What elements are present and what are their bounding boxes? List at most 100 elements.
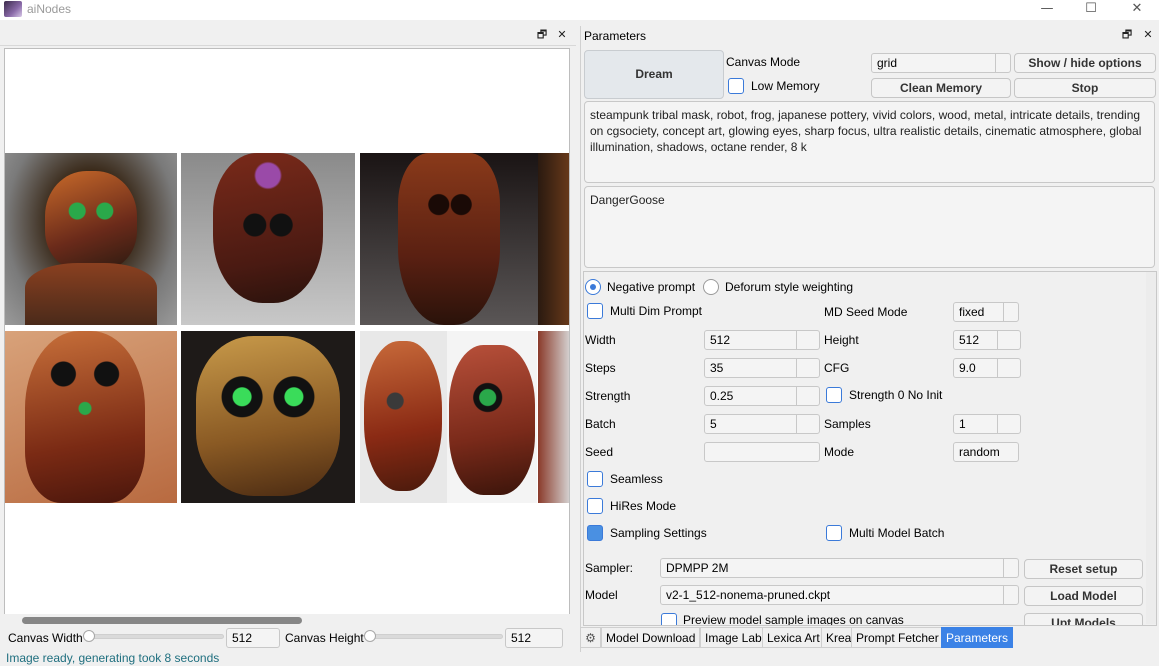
canvas-width-spinbox[interactable]: 512 [226, 628, 280, 648]
negative-prompt-textarea[interactable]: DangerGoose [584, 186, 1155, 268]
width-label: Width [585, 333, 616, 347]
canvas-width-slider[interactable] [86, 634, 224, 639]
minimize-button[interactable]: — [1024, 0, 1070, 20]
sampling-settings-label: Sampling Settings [610, 526, 707, 540]
generated-image[interactable] [360, 153, 538, 325]
generated-image[interactable] [181, 331, 355, 503]
generated-image[interactable] [538, 331, 569, 503]
md-seed-mode-value: fixed [959, 305, 985, 319]
cfg-spinbox[interactable]: 9.0 [953, 358, 1021, 378]
load-model-button[interactable]: Load Model [1024, 586, 1143, 606]
strength-spinbox[interactable]: 0.25 [704, 386, 820, 406]
sampler-select[interactable]: DPMPP 2M [660, 558, 1019, 578]
canvas-mode-label: Canvas Mode [726, 55, 801, 69]
preview-samples-label: Preview model sample images on canvas [683, 613, 904, 625]
stop-button[interactable]: Stop [1014, 78, 1156, 98]
settings-tab[interactable]: ⚙ [580, 627, 601, 648]
dock-close-icon[interactable]: ✕ [556, 29, 568, 41]
samples-spinbox[interactable]: 1 [953, 414, 1021, 434]
deforum-weighting-radio[interactable] [703, 279, 719, 295]
dock-restore-icon[interactable]: 🗗 [536, 29, 548, 41]
tab-lexica-art[interactable]: Lexica Art [762, 627, 825, 648]
gear-icon: ⚙ [585, 631, 596, 645]
generated-image[interactable] [447, 331, 537, 503]
height-spinbox[interactable]: 512 [953, 330, 1021, 350]
multi-model-batch-checkbox[interactable] [826, 525, 842, 541]
parameters-title: Parameters [584, 29, 647, 43]
model-select[interactable]: v2-1_512-nonema-pruned.ckpt [660, 585, 1019, 605]
height-label: Height [824, 333, 859, 347]
canvas-height-slider-handle[interactable] [364, 630, 376, 642]
maximize-button[interactable]: ☐ [1068, 0, 1114, 20]
parameters-clipped-row: Preview model sample images on canvas Up… [583, 611, 1145, 625]
batch-spinbox[interactable]: 5 [704, 414, 820, 434]
canvas-height-label: Canvas Height [285, 631, 364, 645]
generated-image[interactable] [5, 153, 177, 325]
status-bar-text: Image ready, generating took 8 seconds [6, 651, 220, 665]
width-spinbox[interactable]: 512 [704, 330, 820, 350]
canvas-height-spinbox[interactable]: 512 [505, 628, 563, 648]
width-value: 512 [710, 333, 731, 347]
prompt-textarea[interactable]: steampunk tribal mask, robot, frog, japa… [584, 101, 1155, 183]
hires-mode-label: HiRes Mode [610, 499, 677, 513]
negative-prompt-radio[interactable] [585, 279, 601, 295]
canvas-mode-value: grid [877, 56, 898, 70]
low-memory-checkbox[interactable] [728, 78, 744, 94]
generated-image[interactable] [181, 153, 355, 325]
canvas-height-slider[interactable] [367, 634, 503, 639]
title-bar [0, 0, 1159, 20]
strength-0-no-init-checkbox[interactable] [826, 387, 842, 403]
close-window-button[interactable]: ✕ [1114, 0, 1159, 20]
tab-model-download[interactable]: Model Download [601, 627, 701, 648]
cfg-label: CFG [824, 361, 850, 375]
seed-input[interactable] [704, 442, 820, 462]
strength-label: Strength [585, 389, 631, 403]
dream-button[interactable]: Dream [584, 50, 724, 99]
seamless-checkbox[interactable] [587, 471, 603, 487]
canvas-scrollbar-thumb[interactable] [22, 617, 302, 624]
mode-select[interactable]: random [953, 442, 1019, 462]
batch-value: 5 [710, 417, 717, 431]
multi-dim-prompt-checkbox[interactable] [587, 303, 603, 319]
canvas-width-value: 512 [232, 631, 253, 645]
canvas-width-label: Canvas Width [8, 631, 83, 645]
tab-parameters[interactable]: Parameters [941, 627, 1014, 648]
tab-image-lab[interactable]: Image Lab [700, 627, 767, 648]
canvas-dock-header [0, 26, 576, 46]
show-hide-options-button[interactable]: Show / hide options [1014, 53, 1156, 73]
strength-0-no-init-label: Strength 0 No Init [849, 388, 943, 402]
md-seed-mode-label: MD Seed Mode [824, 305, 908, 319]
generated-image[interactable] [538, 153, 569, 325]
canvas-view[interactable] [4, 48, 570, 626]
sampler-value: DPMPP 2M [666, 561, 729, 575]
mode-value: random [959, 445, 1000, 459]
canvas-width-slider-handle[interactable] [83, 630, 95, 642]
seamless-label: Seamless [610, 472, 663, 486]
strength-value: 0.25 [710, 389, 734, 403]
hires-mode-checkbox[interactable] [587, 498, 603, 514]
negative-prompt-radio-label: Negative prompt [607, 280, 696, 294]
tab-prompt-fetcher[interactable]: Prompt Fetcher [851, 627, 944, 648]
parameters-close-icon[interactable]: ✕ [1142, 29, 1154, 41]
parameters-vertical-scrollbar[interactable] [1146, 272, 1156, 624]
samples-label: Samples [824, 417, 871, 431]
preview-samples-checkbox[interactable] [661, 613, 677, 625]
steps-label: Steps [585, 361, 616, 375]
generated-image[interactable] [360, 331, 447, 503]
canvas-mode-select[interactable]: grid [871, 53, 1011, 73]
low-memory-label: Low Memory [751, 79, 820, 93]
parameters-restore-icon[interactable]: 🗗 [1121, 29, 1133, 41]
generated-image[interactable] [5, 331, 177, 503]
clean-memory-button[interactable]: Clean Memory [871, 78, 1011, 98]
app-title: aiNodes [27, 2, 72, 16]
reset-setup-button[interactable]: Reset setup [1024, 559, 1143, 579]
app-logo-icon [4, 1, 22, 17]
sampling-settings-checkbox[interactable] [587, 525, 603, 541]
update-models-button[interactable]: Upt Models [1024, 613, 1143, 625]
deforum-weighting-radio-label: Deforum style weighting [725, 280, 854, 294]
model-value: v2-1_512-nonema-pruned.ckpt [666, 588, 831, 602]
steps-spinbox[interactable]: 35 [704, 358, 820, 378]
seed-label: Seed [585, 445, 614, 459]
md-seed-mode-select[interactable]: fixed [953, 302, 1019, 322]
steps-value: 35 [710, 361, 724, 375]
